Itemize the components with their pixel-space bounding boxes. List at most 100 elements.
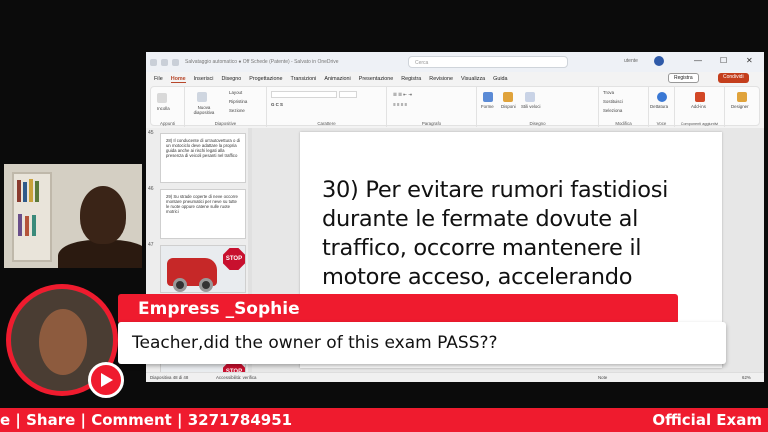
ribbon-group-label: Disegno <box>529 121 546 126</box>
arrange-icon[interactable] <box>503 92 513 102</box>
avatar[interactable] <box>654 56 664 66</box>
menu-draw[interactable]: Disegno <box>221 76 241 82</box>
ribbon-group-drawing: Forme Disponi Stili veloci Disegno <box>477 87 599 127</box>
designer-icon[interactable] <box>737 92 747 102</box>
ribbon-group-label: Diapositive <box>214 121 237 126</box>
shapes-label: Forme <box>481 104 494 109</box>
menu-slideshow[interactable]: Presentazione <box>359 76 393 82</box>
play-icon <box>101 373 113 387</box>
save-icon[interactable] <box>161 58 168 66</box>
ribbon-group-addins: Add-ins Componenti aggiuntivi <box>675 87 725 127</box>
list-buttons[interactable]: ☰ ☰ ⇤ ⇥ <box>393 92 412 98</box>
menu-insert[interactable]: Inserisci <box>194 76 214 82</box>
menu-help[interactable]: Guida <box>493 76 507 82</box>
menu-view[interactable]: Visualizza <box>461 76 485 82</box>
ribbon-group-label: Appunti <box>160 121 175 126</box>
microphone-icon[interactable] <box>657 92 667 102</box>
align-buttons[interactable]: ≡ ≡ ≡ ≡ <box>393 102 407 107</box>
ribbon-group-designer: Designer <box>725 87 759 127</box>
ribbon-group-slides: Nuova diapositiva Layout Ripristina Sezi… <box>185 87 267 127</box>
webcam-feed <box>4 164 142 268</box>
comment-message-bar: Teacher,did the owner of this exam PASS?… <box>118 322 726 364</box>
autosave-toggle[interactable] <box>150 58 157 66</box>
replace-button[interactable]: Sostituisci <box>603 99 623 104</box>
shapes-icon[interactable] <box>483 92 493 102</box>
thumb-number: 45 <box>148 130 154 136</box>
menu-home[interactable]: Home <box>170 76 186 83</box>
addins-icon[interactable] <box>695 92 705 102</box>
menu-record[interactable]: Registra <box>401 76 421 82</box>
reset-button[interactable]: Ripristina <box>229 99 247 104</box>
slide-question-text[interactable]: 30) Per evitare rumori fastidiosi durant… <box>322 176 702 292</box>
title-bar: Salvataggio automatico ● Off Schede (Pat… <box>146 52 764 72</box>
find-button[interactable]: Trova <box>603 90 614 95</box>
quick-styles-icon[interactable] <box>525 92 535 102</box>
search-box[interactable]: Cerca <box>408 56 568 68</box>
ribbon-group-clipboard: Incolla Appunti <box>151 87 185 127</box>
maximize-button[interactable]: ☐ <box>720 56 727 65</box>
menu-animations[interactable]: Animazioni <box>324 76 350 82</box>
layout-button[interactable]: Layout <box>229 90 242 95</box>
share-button[interactable]: Condividi <box>718 73 749 83</box>
ribbon-group-label: Paragrafo <box>421 121 442 126</box>
ribbon-group-voice: Dettatura Voce <box>649 87 675 127</box>
thumb-text: 29) Su strade coperte di neve occorre mo… <box>166 194 238 214</box>
dictate-label: Dettatura <box>650 104 669 109</box>
slide-thumbnail-45[interactable]: 28) Il conducente di un'autovettura o di… <box>160 133 246 183</box>
ribbon-group-label: Componenti aggiuntivi <box>680 122 719 126</box>
stop-sign-icon: STOP <box>223 248 245 270</box>
ribbon-group-label: Carattere <box>317 121 336 126</box>
menu-design[interactable]: Progettazione <box>249 76 282 82</box>
close-button[interactable]: ✕ <box>746 56 753 65</box>
ribbon-group-editing: Trova Sostituisci Seleziona Modifica <box>599 87 649 127</box>
font-format-buttons[interactable]: G C S <box>271 102 283 107</box>
font-size-select[interactable] <box>339 91 357 98</box>
menu-file[interactable]: File <box>154 76 163 82</box>
new-slide-label: Nuova diapositiva <box>193 105 215 115</box>
bottom-ticker: e | Share | Comment | 3271784951 Officia… <box>0 408 768 432</box>
record-button[interactable]: Registra <box>668 73 699 83</box>
user-name: utente <box>624 58 638 64</box>
paste-icon[interactable] <box>157 93 167 103</box>
accessibility-status[interactable]: Accessibilità: verifica <box>216 375 257 380</box>
slide-thumbnail-47[interactable]: STOP <box>160 245 246 293</box>
book <box>35 181 39 202</box>
book <box>32 215 36 236</box>
avatar-face <box>39 309 87 375</box>
font-family-select[interactable] <box>271 91 337 98</box>
ticker-brand: Official Exam <box>652 411 762 429</box>
ribbon-group-label: Voce <box>656 121 667 126</box>
youtube-icon <box>88 362 124 398</box>
book <box>17 180 21 202</box>
select-button[interactable]: Seleziona <box>603 108 622 113</box>
bookshelf <box>12 172 52 262</box>
ticker-text: e | Share | Comment | 3271784951 <box>0 411 293 429</box>
commenter-name: Empress _Sophie <box>138 299 300 319</box>
person-body <box>58 240 142 268</box>
new-slide-icon[interactable] <box>197 92 207 102</box>
status-bar: Diapositiva 48 di 48 Accessibilità: veri… <box>146 372 764 382</box>
notes-button[interactable]: Note <box>598 375 607 380</box>
slide-thumbnail-46[interactable]: 29) Su strade coperte di neve occorre mo… <box>160 189 246 239</box>
slide-counter: Diapositiva 48 di 48 <box>150 375 189 380</box>
window-title: Salvataggio automatico ● Off Schede (Pat… <box>185 59 339 65</box>
comment-message: Teacher,did the owner of this exam PASS?… <box>132 333 498 353</box>
section-button[interactable]: Sezione <box>229 108 245 113</box>
menu-transitions[interactable]: Transizioni <box>291 76 317 82</box>
ribbon-group-font: G C S Carattere <box>267 87 387 127</box>
book <box>29 179 33 202</box>
commenter-name-bar: Empress _Sophie <box>118 294 678 324</box>
quick-styles-label: Stili veloci <box>521 104 541 109</box>
paste-label: Incolla <box>157 106 170 111</box>
undo-icon[interactable] <box>172 58 179 66</box>
menu-review[interactable]: Revisione <box>429 76 453 82</box>
minimize-button[interactable]: — <box>694 56 702 65</box>
thumb-text: 28) Il conducente di un'autovettura o di… <box>166 138 240 158</box>
person-head <box>80 186 126 244</box>
arrange-label: Disponi <box>501 104 516 109</box>
ribbon: Incolla Appunti Nuova diapositiva Layout… <box>150 86 760 127</box>
zoom-level[interactable]: 62% <box>742 375 751 380</box>
ribbon-group-paragraph: ☰ ☰ ⇤ ⇥ ≡ ≡ ≡ ≡ Paragrafo <box>387 87 477 127</box>
thumb-number: 46 <box>148 186 154 192</box>
thumb-number: 47 <box>148 242 154 248</box>
